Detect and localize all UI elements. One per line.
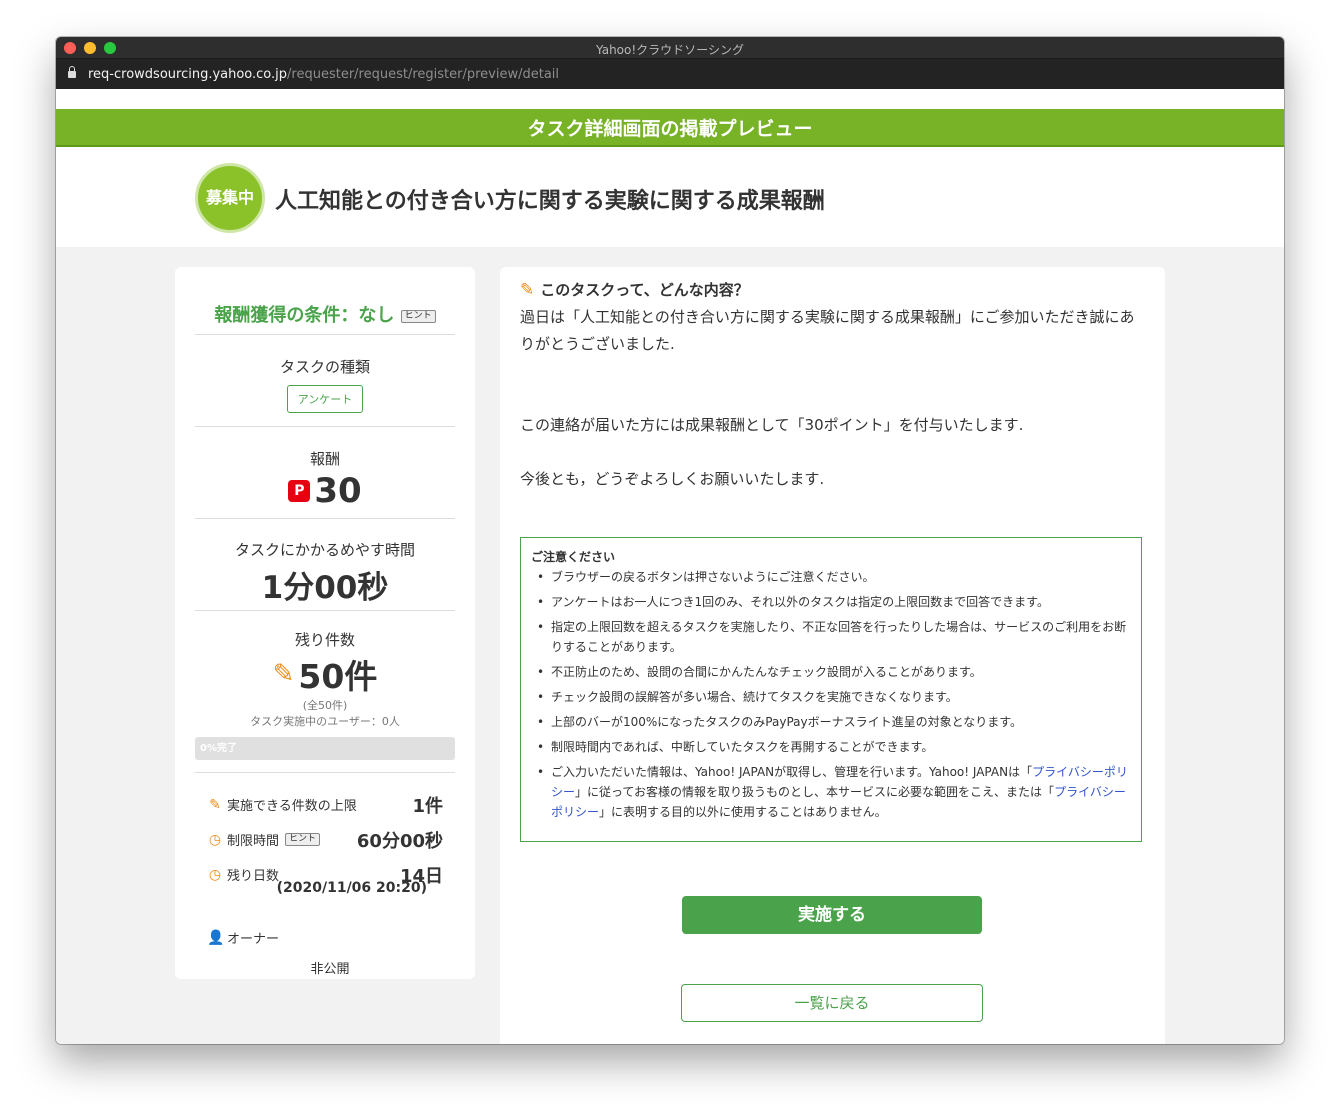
- notice-text: 」に表明する目的以外に使用することはありません。: [599, 805, 887, 819]
- condition-hint-button[interactable]: ヒント: [400, 310, 436, 323]
- description-line: 今後とも，どうぞよろしくお願いいたします.: [520, 470, 825, 488]
- pencil-icon: ✎: [209, 796, 221, 813]
- notice-text: 」に従ってお客様の情報を取り扱うものとし、本サービスに必要な範囲をこえ、または「: [575, 785, 1055, 799]
- time-limit-value: 60分00秒: [356, 830, 443, 852]
- time-limit-hint-button[interactable]: ヒント: [285, 833, 321, 846]
- notice-text: ご入力いただいた情報は、Yahoo! JAPANが取得し、管理を行います。Yah…: [551, 765, 1033, 779]
- paypay-icon: P: [288, 480, 311, 502]
- remaining-total: (全50件): [302, 699, 348, 712]
- notice-item: ブラウザーの戻るボタンは押さないようにご注意ください。: [531, 567, 1131, 587]
- clock-icon: ◷: [208, 831, 222, 848]
- back-to-list-button[interactable]: 一覧に戻る: [681, 984, 983, 1022]
- description-heading: ✎ このタスクって、どんな内容？: [520, 279, 1145, 300]
- start-task-button[interactable]: 実施する: [682, 896, 982, 934]
- estimated-time-section: タスクにかかるめやす時間 1分00秒: [195, 519, 455, 611]
- task-detail-panel: ✎ このタスクって、どんな内容？ 過日は「人工知能との付き合い方に関する実験に関…: [500, 267, 1165, 1044]
- status-badge: 募集中: [195, 163, 265, 233]
- notice-item: 制限時間内であれば、中断していたタスクを再開することができます。: [531, 737, 1131, 757]
- remaining-count-value: 50件: [298, 657, 378, 696]
- notice-title: ご注意ください: [531, 550, 616, 564]
- limit-label: 実施できる件数の上限: [227, 799, 357, 814]
- completion-progress-bar: 0%完了: [195, 737, 455, 760]
- pencil-icon: ✎: [272, 659, 295, 689]
- url-host: req-crowdsourcing.yahoo.co.jp: [88, 66, 288, 82]
- description-heading-text: このタスクって、どんな内容？: [540, 281, 749, 299]
- lock-icon: [68, 66, 76, 80]
- window-title: Yahoo!クラウドソーシング: [596, 43, 744, 57]
- preview-banner: タスク詳細画面の掲載プレビュー: [56, 109, 1284, 147]
- task-type-label: タスクの種類: [279, 358, 370, 376]
- remaining-count-section: 残り件数 ✎ 50件 (全50件) タスク実施中のユーザー：0人: [195, 611, 455, 730]
- notice-item: アンケートはお一人につき1回のみ、それ以外のタスクは指定の上限回数まで回答できま…: [531, 592, 1131, 612]
- url-path: /requester/request/register/preview/deta…: [287, 66, 560, 82]
- notice-list: ブラウザーの戻るボタンは押さないようにご注意ください。 アンケートはお一人につき…: [531, 567, 1131, 822]
- reward-section: 報酬 P 30: [195, 427, 455, 519]
- clock-icon: ◷: [208, 866, 222, 883]
- notice-item: チェック設問の誤解答が多い場合、続けてタスクを実施できなくなります。: [531, 687, 1131, 707]
- pencil-icon: ✎: [520, 279, 535, 300]
- page-content: タスク詳細画面の掲載プレビュー 募集中 人工知能との付き合い方に関する実験に関す…: [56, 89, 1284, 1044]
- notice-box: ご注意ください ブラウザーの戻るボタンは押さないようにご注意ください。 アンケー…: [520, 537, 1142, 842]
- time-limit-label: 制限時間: [227, 834, 280, 849]
- reward-condition-text: 報酬獲得の条件：なし: [214, 305, 395, 326]
- person-icon: 👤: [207, 929, 225, 946]
- days-left-label: 残り日数: [227, 869, 280, 884]
- notice-item: 指定の上限回数を超えるタスクを実施したり、不正な回答を行ったりした場合は、サービ…: [531, 617, 1131, 657]
- time-limit-row: ◷ 制限時間 ヒント 60分00秒: [207, 822, 443, 857]
- notice-item: ご入力いただいた情報は、Yahoo! JAPANが取得し、管理を行います。Yah…: [531, 762, 1131, 822]
- task-description: 過日は「人工知能との付き合い方に関する実験に関する成果報酬」にご参加いただき誠に…: [520, 304, 1145, 493]
- remaining-count-label: 残り件数: [294, 631, 355, 649]
- task-type-tag: アンケート: [286, 385, 364, 413]
- notice-item: 不正防止のため、設問の合間にかんたんなチェック設問が入ることがあります。: [531, 662, 1131, 682]
- reward-label: 報酬: [309, 450, 340, 468]
- description-line: 過日は「人工知能との付き合い方に関する実験に関する成果報酬」にご参加いただき誠に…: [520, 308, 1135, 353]
- owner-label: オーナー: [227, 932, 280, 947]
- owner-row: 👤 オーナー: [207, 920, 443, 955]
- limit-row: ✎ 実施できる件数の上限 1件: [207, 787, 443, 822]
- owner-value: 非公開: [310, 962, 350, 977]
- limit-value: 1件: [412, 795, 443, 817]
- address-bar[interactable]: req-crowdsourcing.yahoo.co.jp/requester/…: [56, 59, 1284, 89]
- description-line: この連絡が届いた方には成果報酬として「30ポイント」を付与いたします.: [520, 416, 1024, 434]
- users-in-progress: タスク実施中のユーザー：0人: [250, 715, 400, 728]
- title-area: 募集中 人工知能との付き合い方に関する実験に関する成果報酬: [56, 147, 1284, 247]
- reward-value: 30: [314, 471, 362, 511]
- task-limits-list: ✎ 実施できる件数の上限 1件 ◷ 制限時間 ヒント 60分00秒 ◷ 残り日数…: [195, 773, 455, 978]
- browser-window: Yahoo!クラウドソーシング req-crowdsourcing.yahoo.…: [56, 37, 1284, 1044]
- title-bar: Yahoo!クラウドソーシング: [56, 37, 1284, 59]
- estimated-time-label: タスクにかかるめやす時間: [234, 541, 415, 559]
- task-summary-panel: 報酬獲得の条件：なし ヒント タスクの種類 アンケート 報酬 P 30 タスクに…: [175, 267, 475, 979]
- estimated-time-value: 1分00秒: [261, 570, 389, 606]
- notice-item: 上部のバーが100%になったタスクのみPayPayボーナスライト進呈の対象となり…: [531, 712, 1131, 732]
- task-type-section: タスクの種類 アンケート: [195, 335, 455, 427]
- page-title: 人工知能との付き合い方に関する実験に関する成果報酬: [275, 189, 825, 214]
- reward-condition: 報酬獲得の条件：なし ヒント: [195, 267, 455, 335]
